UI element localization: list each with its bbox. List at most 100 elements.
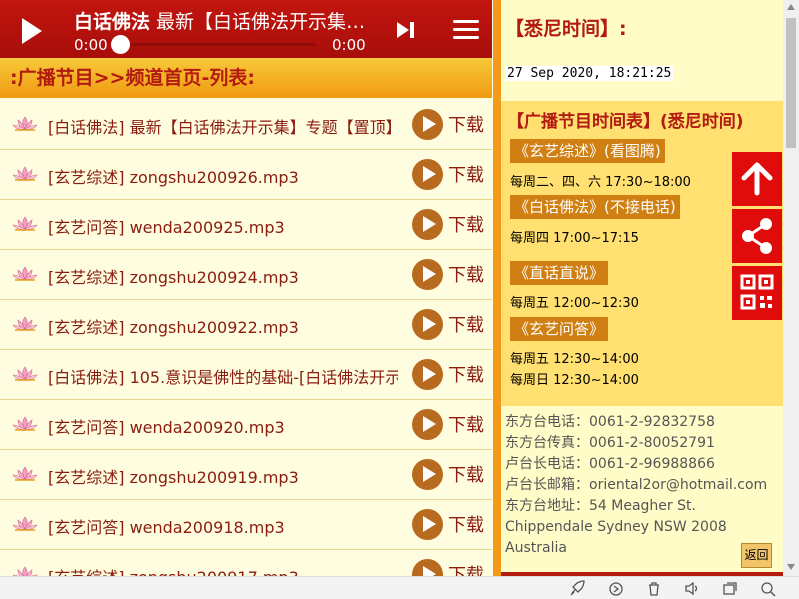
download-link[interactable]: 下载	[448, 161, 484, 187]
list-item-title[interactable]: [玄艺综述] zongshu200919.mp3	[48, 464, 398, 488]
download-link[interactable]: 下载	[448, 261, 484, 287]
list-item[interactable]: [玄艺综述] zongshu200917.mp3 下载	[0, 550, 492, 576]
list-item[interactable]: [玄艺综述] zongshu200926.mp3 下载	[0, 150, 492, 200]
list-item[interactable]: [玄艺问答] wenda200918.mp3 下载	[0, 500, 492, 550]
list-item[interactable]: [玄艺综述] zongshu200922.mp3 下载	[0, 300, 492, 350]
list-item-title[interactable]: [玄艺综述] zongshu200917.mp3	[48, 564, 398, 576]
list-item-title[interactable]: [玄艺综述] zongshu200924.mp3	[48, 264, 398, 288]
list-item-title[interactable]: [玄艺问答] wenda200920.mp3	[48, 414, 398, 438]
download-link[interactable]: 下载	[448, 461, 484, 487]
list-item[interactable]: [玄艺综述] zongshu200919.mp3 下载	[0, 450, 492, 500]
browser-toolbar	[0, 576, 799, 599]
search-icon[interactable]	[759, 580, 777, 597]
player-title-category: 白话佛法	[74, 11, 151, 33]
contact-line: 东方台电话：0061-2-92832758	[505, 414, 715, 430]
list-item[interactable]: [玄艺问答] wenda200925.mp3 下载	[0, 200, 492, 250]
download-link[interactable]: 下载	[448, 411, 484, 437]
play-circle-icon[interactable]	[412, 559, 443, 576]
player-total-time: 0:00	[332, 36, 366, 54]
program-tag: 《玄艺问答》	[510, 317, 609, 341]
lotus-icon	[12, 516, 38, 531]
trash-icon[interactable]	[645, 580, 663, 597]
next-track-icon[interactable]	[394, 19, 418, 41]
contact-line: Australia	[505, 540, 567, 556]
scroll-up-icon[interactable]	[787, 4, 795, 10]
play-circle-icon[interactable]	[412, 209, 443, 240]
play-circle-icon[interactable]	[412, 359, 443, 390]
program-time: 每周二、四、六 17:30~18:00	[510, 175, 691, 190]
qr-code-button[interactable]	[732, 266, 782, 320]
lotus-icon	[12, 466, 38, 481]
program-time: 每周五 12:30~14:00	[510, 352, 639, 367]
audio-player: 白话佛法 最新【白话佛法开示集】专题【置顶】 0:00 0:00	[0, 0, 492, 58]
share-button[interactable]	[732, 209, 782, 263]
contact-line: 卢台长邮箱：oriental2or@hotmail.com	[505, 477, 768, 493]
sydney-clock: 27 Sep 2020, 18:21:25	[505, 66, 674, 81]
lotus-icon	[12, 266, 38, 281]
scroll-down-icon[interactable]	[787, 564, 795, 570]
contact-line: Chippendale Sydney NSW 2008	[505, 519, 727, 535]
list-item-title[interactable]: [白话佛法] 最新【白话佛法开示集】专题【置顶】	[48, 114, 398, 138]
scroll-thumb[interactable]	[786, 18, 796, 148]
program-list: [白话佛法] 最新【白话佛法开示集】专题【置顶】 下载 [玄艺综述] zongshu…	[0, 100, 492, 576]
play-circle-icon[interactable]	[412, 259, 443, 290]
back-button[interactable]: 返回	[741, 543, 772, 568]
back-to-top-button[interactable]	[732, 152, 782, 206]
lotus-icon	[12, 216, 38, 231]
download-link[interactable]: 下载	[448, 211, 484, 237]
player-seek-handle[interactable]	[111, 35, 130, 54]
program-time: 每周五 12:00~12:30	[510, 296, 639, 311]
program-list-pane: 白话佛法 最新【白话佛法开示集】专题【置顶】 0:00 0:00 :广播节目>>…	[0, 0, 492, 576]
menu-icon[interactable]	[453, 20, 479, 40]
program-time: 每周日 12:30~14:00	[510, 373, 639, 388]
play-circle-icon[interactable]	[412, 509, 443, 540]
lotus-icon	[12, 566, 38, 576]
download-link[interactable]: 下载	[448, 111, 484, 137]
player-current-time: 0:00	[74, 36, 108, 54]
play-circle-icon[interactable]	[412, 409, 443, 440]
contact-line: 卢台长电话：0061-2-96988866	[505, 456, 715, 472]
play-circle-icon[interactable]	[412, 309, 443, 340]
speaker-icon[interactable]	[683, 580, 701, 597]
refresh-icon[interactable]	[607, 580, 625, 597]
play-icon[interactable]	[12, 13, 48, 49]
lotus-icon	[12, 416, 38, 431]
list-item[interactable]: [白话佛法] 105.意识是佛性的基础-[白话佛法开示] 下载	[0, 350, 492, 400]
download-link[interactable]: 下载	[448, 511, 484, 537]
list-item-title[interactable]: [玄艺综述] zongshu200926.mp3	[48, 164, 398, 188]
sydney-time-heading: 【悉尼时间】:	[505, 18, 627, 40]
play-circle-icon[interactable]	[412, 109, 443, 140]
play-circle-icon[interactable]	[412, 459, 443, 490]
contact-info: 东方台电话：0061-2-92832758 东方台传真：0061-2-80052…	[505, 412, 781, 559]
program-tag: 《白话佛法》(不接电话)	[510, 195, 680, 219]
qr-code-icon	[740, 274, 774, 310]
contact-line: 东方台地址：54 Meagher St.	[505, 498, 696, 514]
play-circle-icon[interactable]	[412, 159, 443, 190]
player-track-title: 白话佛法 最新【白话佛法开示集】专题【置顶】	[74, 7, 369, 34]
list-item-title[interactable]: [白话佛法] 105.意识是佛性的基础-[白话佛法开示]	[48, 364, 398, 388]
program-time: 每周四 17:00~17:15	[510, 231, 639, 246]
list-item-title[interactable]: [玄艺问答] wenda200918.mp3	[48, 514, 398, 538]
list-item[interactable]: [玄艺综述] zongshu200924.mp3 下载	[0, 250, 492, 300]
download-link[interactable]: 下载	[448, 361, 484, 387]
list-item[interactable]: [玄艺问答] wenda200920.mp3 下载	[0, 400, 492, 450]
breadcrumb: :广播节目>>频道首页-列表:	[0, 58, 492, 98]
pane-divider	[493, 0, 501, 576]
list-item-title[interactable]: [玄艺综述] zongshu200922.mp3	[48, 314, 398, 338]
list-item[interactable]: [白话佛法] 最新【白话佛法开示集】专题【置顶】 下载	[0, 100, 492, 150]
lotus-icon	[12, 316, 38, 331]
page-scrollbar[interactable]	[783, 0, 799, 576]
schedule-heading: 【广播节目时间表】(悉尼时间)	[507, 112, 744, 132]
player-seek-bar[interactable]	[120, 43, 316, 46]
download-link[interactable]: 下载	[448, 311, 484, 337]
rocket-icon[interactable]	[568, 580, 586, 597]
contact-line: 东方台传真：0061-2-80052791	[505, 435, 715, 451]
program-tag: 《玄艺综述》(看图腾)	[510, 139, 665, 163]
download-link[interactable]: 下载	[448, 561, 484, 576]
program-tag: 《直话直说》	[510, 261, 609, 285]
lotus-icon	[12, 116, 38, 131]
list-item-title[interactable]: [玄艺问答] wenda200925.mp3	[48, 214, 398, 238]
lotus-icon	[12, 366, 38, 381]
window-icon[interactable]	[721, 580, 739, 597]
arrow-up-icon	[741, 162, 773, 196]
